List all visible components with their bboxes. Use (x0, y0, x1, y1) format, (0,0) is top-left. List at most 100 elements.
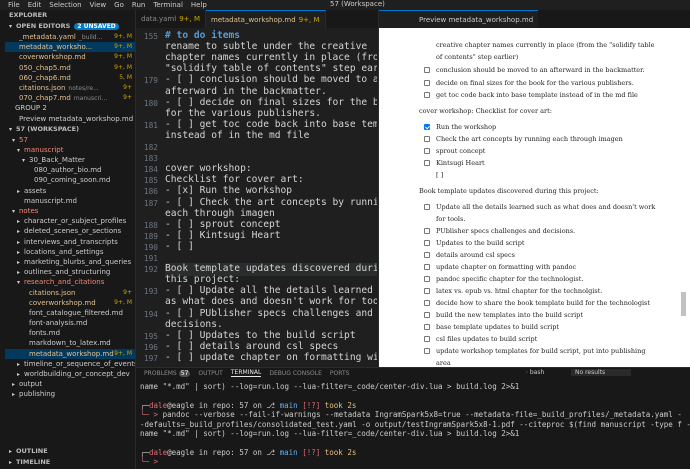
file-item[interactable]: coverworkshop.md 9+, M (5, 52, 135, 62)
file-item[interactable]: 070_chap7.md manuscri... 9+ (5, 93, 135, 103)
task-checkbox[interactable] (424, 276, 430, 282)
file-name: character_or_subject_profiles (24, 217, 127, 226)
code-editor[interactable]: 155 179 180 181 182 183 184 185 186 187 188 189 190 1… (136, 28, 378, 367)
file-item[interactable]: 060_chap6.md 5, M (5, 73, 135, 83)
tab-preview-metadata-workshop[interactable]: Preview metadata_workshop.md (379, 10, 539, 28)
git-status-badge: 9+, M (114, 43, 132, 51)
tab-1[interactable]: data.yaml 9+, M (136, 10, 207, 28)
line-number: 155 (143, 32, 158, 41)
task-checkbox[interactable] (424, 148, 430, 154)
task-item-text: conclusion should be moved to an afterwa… (436, 66, 645, 74)
panel-tab-ports[interactable]: PORTS (330, 370, 350, 377)
chevron-right-icon: ▸ (17, 228, 21, 236)
unsaved-badge: 2 unsaved (74, 23, 119, 30)
panel-tab-output[interactable]: OUTPUT (198, 370, 222, 377)
menu-edit[interactable]: Edit (28, 1, 42, 9)
git-status-badge: 9+ (123, 94, 132, 102)
file-item[interactable]: citations.json notes/re... 9+ (5, 83, 135, 93)
git-status-badge: 9+, M (114, 298, 132, 306)
timeline-header[interactable]: ▸ TIMELINE (5, 457, 135, 468)
file-item[interactable]: ▸ assets (5, 186, 135, 196)
outline-header[interactable]: ▸ OUTLINE (5, 446, 135, 457)
panel-tab-debug-console[interactable]: DEBUG CONSOLE (269, 370, 322, 377)
task-checkbox[interactable] (424, 312, 430, 318)
task-checkbox[interactable] (424, 264, 430, 270)
preview-text: Book template updates discovered during … (419, 187, 599, 195)
file-item[interactable]: _metadata.yaml _build... 9+, M (5, 32, 135, 42)
prompt-arrow-icon: ╰─ > (140, 410, 163, 420)
file-item[interactable]: ▾ 30_Back_Matter (5, 155, 135, 165)
task-checkbox[interactable] (424, 288, 430, 294)
file-item[interactable]: ▾ research_and_citations (5, 277, 135, 287)
task-checkbox[interactable] (424, 252, 430, 258)
task-checkbox[interactable] (424, 124, 430, 130)
task-checkbox[interactable] (424, 204, 430, 210)
file-item[interactable]: ▸ character_or_subject_profiles (5, 216, 135, 226)
file-item[interactable]: Preview metadata_workshop.md (5, 114, 135, 124)
task-checkbox[interactable] (424, 67, 430, 73)
file-item[interactable]: ▸ publishing (5, 389, 135, 399)
file-item[interactable]: 090_coming_soon.md (5, 175, 135, 185)
file-item[interactable]: 080_author_bio.md (5, 165, 135, 175)
menu-terminal[interactable]: Terminal (153, 1, 183, 9)
menu-go[interactable]: Go (114, 1, 124, 9)
file-item[interactable]: manuscript.md (5, 196, 135, 206)
file-item[interactable]: ▾ manuscript (5, 145, 135, 155)
git-status-badge: 9+, M (114, 349, 132, 357)
terminal-line: name "*.md" | sort) --log=run.log --lua-… (140, 382, 690, 391)
prompt-git-status: [!?] (302, 400, 321, 410)
file-item[interactable]: ▸ interviews_and_transcripts (5, 237, 135, 247)
file-item[interactable]: markdown_to_latex.md (5, 338, 135, 348)
group2-header[interactable]: GROUP 2 (5, 103, 135, 113)
file-item[interactable]: fonts.md (5, 328, 135, 338)
task-checkbox[interactable] (424, 300, 430, 306)
menu-view[interactable]: View (90, 1, 107, 9)
menu-help[interactable]: Help (191, 1, 207, 9)
line-number: 195 (143, 331, 158, 341)
file-item[interactable]: font_catalogue_filtered.md (5, 308, 135, 318)
panel-tab-terminal[interactable]: TERMINAL (230, 369, 262, 377)
file-item[interactable]: coverworkshop.md 9+, M (5, 298, 135, 308)
task-checkbox[interactable] (424, 324, 430, 330)
open-editors-header[interactable]: ▾ OPEN EDITORS 2 unsaved (5, 21, 135, 32)
file-item[interactable]: ▾ notes (5, 206, 135, 216)
file-name: timeline_or_sequence_of_events (24, 359, 135, 368)
terminal-output[interactable]: name "*.md" | sort) --log=run.log --lua-… (140, 382, 690, 467)
task-item-text: latex vs. epub vs. html chapter for the … (436, 287, 603, 295)
menu-run[interactable]: Run (132, 1, 145, 9)
menu-file[interactable]: File (8, 1, 20, 9)
tab-2[interactable]: metadata_workshop.md 9+, M (206, 10, 326, 28)
task-checkbox[interactable] (424, 336, 430, 342)
task-checkbox[interactable] (424, 160, 430, 166)
file-item[interactable]: ▸ locations_and_settings (5, 247, 135, 257)
file-name: 080_author_bio.md (34, 166, 102, 175)
task-checkbox[interactable] (424, 240, 430, 246)
file-item[interactable]: ▸ worldbuilding_or_concept_dev (5, 369, 135, 379)
file-item[interactable]: ▸ deleted_scenes_or_sections (5, 226, 135, 236)
task-checkbox[interactable] (424, 348, 430, 354)
workspace-header[interactable]: ▾ 57 (WORKSPACE) (5, 124, 135, 135)
git-status-badge: 9+, M (114, 63, 132, 71)
task-checkbox[interactable] (424, 80, 430, 86)
task-checkbox[interactable] (424, 228, 430, 234)
task-checkbox[interactable] (424, 136, 430, 142)
file-item[interactable]: ▸ marketing_blurbs_and_queries (5, 257, 135, 267)
task-checkbox[interactable] (424, 92, 430, 98)
file-item[interactable]: metadata_worksho... 9+, M (5, 42, 135, 53)
panel-tab-problems[interactable]: PROBLEMS 57 (144, 369, 191, 377)
line-number: 197 (143, 353, 158, 363)
file-item[interactable]: ▸ timeline_or_sequence_of_events (5, 359, 135, 369)
terminal-instance-label[interactable]: ⋅ bash (526, 369, 544, 376)
file-item[interactable]: font-analysis.md (5, 318, 135, 328)
preview-text: area (436, 359, 451, 367)
preview-scrollbar-thumb[interactable] (681, 292, 686, 316)
file-item[interactable]: citations.json 9+ (5, 288, 135, 298)
file-name: fonts.md (29, 329, 61, 338)
menu-selection[interactable]: Selection (49, 1, 81, 9)
file-item[interactable]: ▸ outlines_and_structuring (5, 267, 135, 277)
file-item[interactable]: metadata_workshop.md 9+, M (5, 348, 135, 359)
file-item[interactable]: 050_chap5.md 9+, M (5, 63, 135, 73)
file-item[interactable]: ▾ 57 (5, 135, 135, 145)
file-item[interactable]: ▸ output (5, 379, 135, 389)
outline-label: OUTLINE (16, 447, 48, 455)
